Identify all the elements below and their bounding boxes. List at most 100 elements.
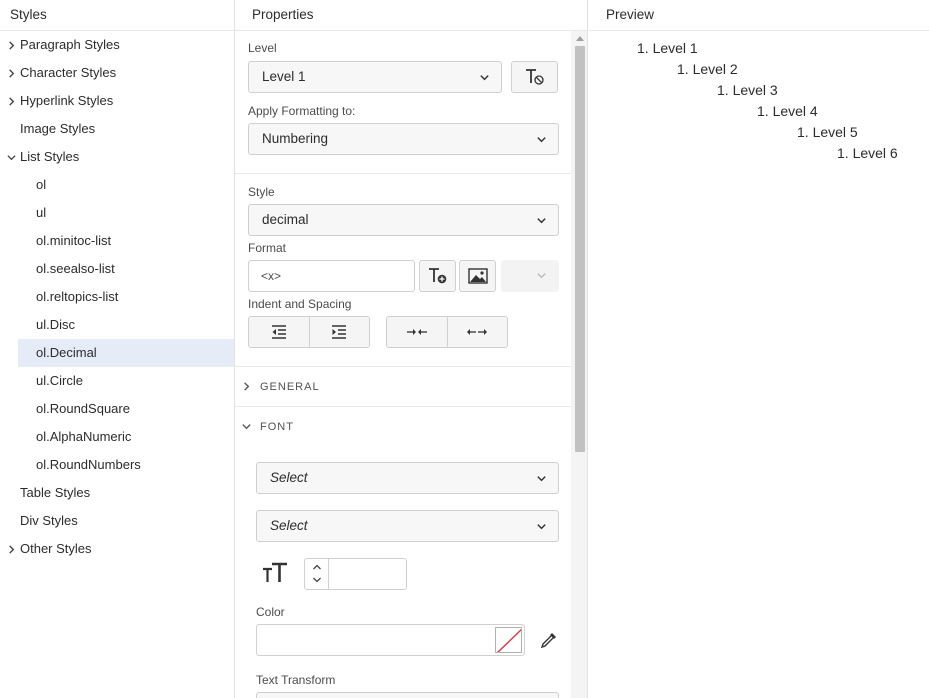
list-style-ol[interactable]: ol: [18, 171, 234, 199]
font-weight-select[interactable]: Select: [256, 510, 559, 542]
stepper-up-icon[interactable]: [312, 563, 322, 571]
chevron-right-icon[interactable]: [5, 59, 17, 87]
insert-text-variable-button[interactable]: [419, 260, 456, 292]
decrease-indent-icon: [271, 325, 286, 339]
stepper-down-icon[interactable]: [312, 576, 322, 584]
chevron-down-icon: [537, 476, 546, 482]
preview-line-level-1: 1. Level 1: [637, 40, 698, 56]
preview-line-level-5: 1. Level 5: [797, 124, 858, 140]
eyedropper-icon[interactable]: [540, 631, 558, 649]
list-style-ol-alphanumeric[interactable]: ol.AlphaNumeric: [18, 423, 234, 451]
insert-image-button[interactable]: [459, 260, 496, 292]
clear-formatting-button[interactable]: [511, 61, 558, 93]
list-style-ol-roundnumbers[interactable]: ol.RoundNumbers: [18, 451, 234, 479]
scrollbar-thumb[interactable]: [575, 46, 585, 452]
list-style-ol-decimal[interactable]: ol.Decimal: [18, 339, 234, 367]
text-transform-label: Text Transform: [256, 673, 336, 687]
properties-panel-title: Properties: [235, 0, 587, 31]
style-select[interactable]: decimal: [248, 204, 559, 236]
list-style-ol-seealso-list[interactable]: ol.seealso-list: [18, 255, 234, 283]
list-style-ol-minitoc-list[interactable]: ol.minitoc-list: [18, 227, 234, 255]
chevron-down-icon: [480, 75, 489, 81]
tree-item-hyperlink-styles[interactable]: Hyperlink Styles: [0, 87, 234, 115]
tree-item-div-styles[interactable]: Div Styles: [0, 507, 234, 535]
tree-item-label: ol.minitoc-list: [36, 233, 112, 248]
increase-indent-button[interactable]: [308, 317, 370, 347]
level-select[interactable]: Level 1: [248, 61, 502, 93]
general-section-label: GENERAL: [260, 381, 320, 393]
tree-item-paragraph-styles[interactable]: Paragraph Styles: [0, 31, 234, 59]
preview-panel: Preview 1. Level 1 1. Level 2 1. Level 3…: [589, 0, 929, 698]
apply-formatting-select[interactable]: Numbering: [248, 123, 559, 155]
format-input[interactable]: <x>: [248, 260, 415, 292]
chevron-down-icon: [537, 273, 546, 279]
tree-item-other-styles[interactable]: Other Styles: [0, 535, 234, 563]
insert-image-icon: [467, 268, 488, 284]
styles-panel: Styles Paragraph Styles Character Styles…: [0, 0, 235, 698]
general-section-header[interactable]: GENERAL: [235, 367, 571, 407]
preview-panel-title: Preview: [589, 0, 929, 31]
decrease-indent-button[interactable]: [249, 317, 309, 347]
increase-spacing-button[interactable]: [446, 317, 508, 347]
chevron-right-icon[interactable]: [5, 535, 17, 563]
properties-panel: Properties Level Level 1 Apply Formattin…: [235, 0, 588, 698]
indent-spacing-label: Indent and Spacing: [248, 297, 352, 311]
properties-content: Level Level 1 Apply Formatting to: Numbe…: [235, 31, 571, 698]
list-style-ol-reltopics-list[interactable]: ol.reltopics-list: [18, 283, 234, 311]
tree-item-label: Image Styles: [20, 121, 96, 136]
list-style-ul[interactable]: ul: [18, 199, 234, 227]
increase-spacing-icon: [467, 329, 488, 335]
chevron-right-icon: [244, 382, 250, 391]
font-size-stepper[interactable]: [304, 558, 407, 590]
increase-indent-icon: [332, 325, 347, 339]
chevron-down-icon[interactable]: [5, 143, 17, 171]
preview-line-level-6: 1. Level 6: [837, 145, 898, 161]
tree-item-label: ol: [36, 177, 47, 192]
apply-formatting-value: Numbering: [262, 131, 329, 146]
style-select-value: decimal: [262, 212, 309, 227]
font-family-placeholder: Select: [270, 470, 308, 485]
list-style-ul-disc[interactable]: ul.Disc: [18, 311, 234, 339]
tree-item-list-styles[interactable]: List Styles: [0, 143, 234, 171]
tree-item-label: ol.AlphaNumeric: [36, 429, 132, 444]
scroll-up-arrow[interactable]: [576, 36, 584, 41]
text-transform-select[interactable]: [256, 692, 559, 698]
tree-item-label: List Styles: [20, 149, 80, 164]
color-label: Color: [256, 605, 285, 619]
preview-line-level-2: 1. Level 2: [677, 61, 738, 77]
tree-item-character-styles[interactable]: Character Styles: [0, 59, 234, 87]
tree-item-image-styles[interactable]: Image Styles: [0, 115, 234, 143]
section-divider: [235, 173, 571, 174]
color-input[interactable]: [256, 624, 525, 656]
decrease-spacing-icon: [406, 329, 427, 335]
chevron-right-icon[interactable]: [5, 87, 17, 115]
format-options-select: [501, 260, 559, 292]
decrease-spacing-button[interactable]: [387, 317, 447, 347]
tree-item-label: ul: [36, 205, 47, 220]
tree-item-label: ol.RoundSquare: [36, 401, 130, 416]
font-section-header[interactable]: FONT: [235, 407, 571, 447]
tree-item-label: ol.Decimal: [36, 345, 97, 360]
format-label: Format: [248, 241, 287, 255]
no-color-slash-icon: [497, 628, 521, 652]
preview-line-level-4: 1. Level 4: [757, 103, 818, 119]
chevron-down-icon: [242, 424, 251, 430]
list-style-ul-circle[interactable]: ul.Circle: [18, 367, 234, 395]
font-weight-placeholder: Select: [270, 518, 308, 533]
chevron-right-icon[interactable]: [5, 31, 17, 59]
insert-text-variable-icon: [428, 268, 446, 284]
styles-panel-title: Styles: [0, 0, 234, 31]
preview-line-level-3: 1. Level 3: [717, 82, 778, 98]
tree-item-table-styles[interactable]: Table Styles: [0, 479, 234, 507]
tree-item-label: Div Styles: [20, 513, 78, 528]
tree-item-label: Other Styles: [20, 541, 92, 556]
font-family-select[interactable]: Select: [256, 462, 559, 494]
font-section-label: FONT: [260, 421, 294, 433]
list-style-ol-roundsquare[interactable]: ol.RoundSquare: [18, 395, 234, 423]
color-swatch[interactable]: [495, 627, 522, 653]
style-label: Style: [248, 185, 275, 199]
tree-item-label: Paragraph Styles: [20, 37, 120, 52]
tree-item-label: ol.RoundNumbers: [36, 457, 141, 472]
apply-formatting-label: Apply Formatting to:: [248, 104, 356, 118]
level-label: Level: [248, 41, 277, 55]
